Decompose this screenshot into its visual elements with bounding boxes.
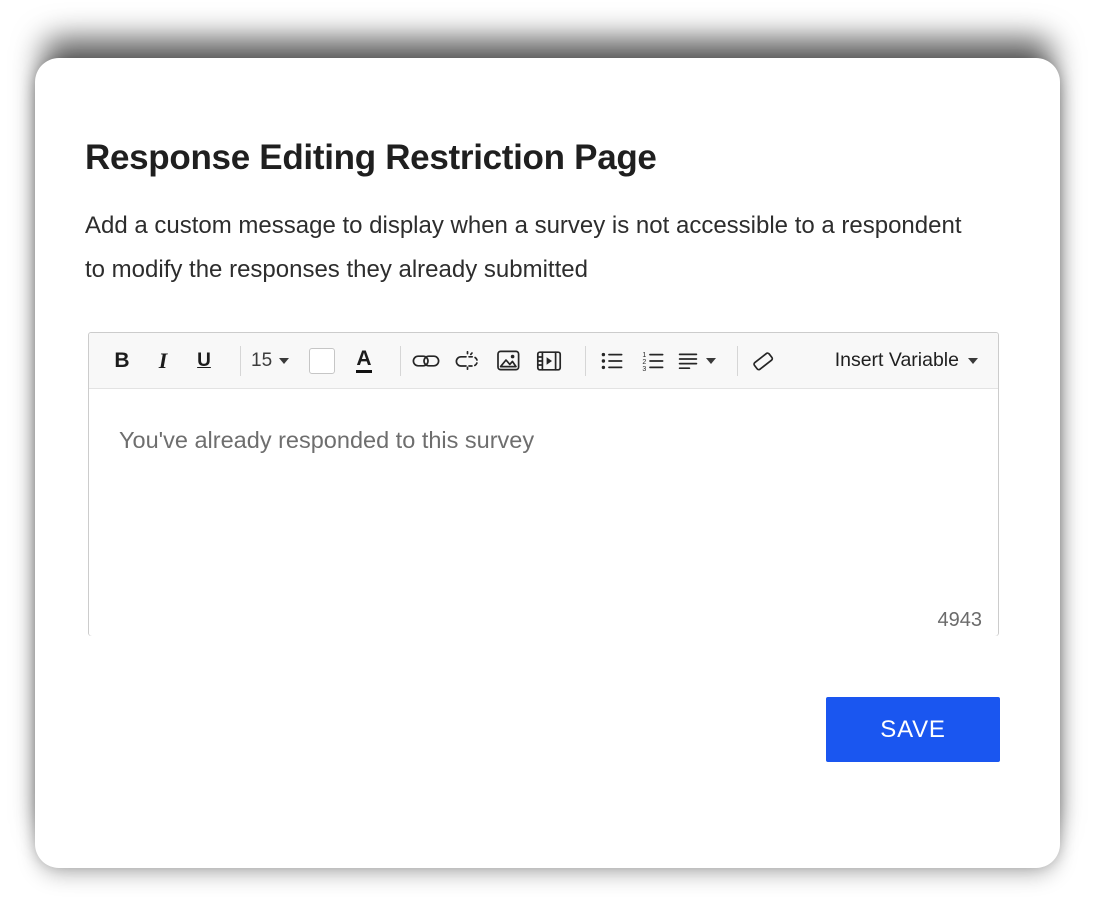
settings-card: Response Editing Restriction Page Add a … [35, 58, 1060, 868]
editor-toolbar: B I U 15 A [89, 333, 998, 389]
italic-button[interactable]: I [148, 343, 178, 379]
editor-content-area[interactable]: You've already responded to this survey … [89, 389, 998, 636]
rich-text-editor: B I U 15 A [88, 332, 999, 636]
page-description: Add a custom message to display when a s… [85, 204, 967, 292]
insert-variable-label: Insert Variable [835, 349, 959, 372]
numbered-list-icon: 1 2 3 [641, 350, 664, 372]
page-title: Response Editing Restriction Page [85, 138, 657, 178]
link-icon [412, 352, 440, 370]
bold-button[interactable]: B [107, 343, 137, 379]
align-dropdown[interactable] [678, 343, 716, 379]
background-color-swatch[interactable] [309, 348, 335, 374]
svg-text:2: 2 [642, 358, 646, 365]
page: Response Editing Restriction Page Add a … [0, 0, 1114, 906]
eraser-icon [750, 349, 776, 373]
chevron-down-icon [968, 358, 978, 364]
chevron-down-icon [279, 358, 289, 364]
link-button[interactable] [411, 343, 441, 379]
font-size-value: 15 [251, 350, 272, 372]
save-button[interactable]: SAVE [826, 697, 1000, 762]
align-icon [678, 351, 698, 371]
image-icon [496, 349, 521, 372]
toolbar-divider [737, 346, 738, 376]
video-icon [536, 350, 562, 372]
chevron-down-icon [706, 358, 716, 364]
unlink-button[interactable] [452, 343, 482, 379]
insert-video-button[interactable] [534, 343, 564, 379]
font-size-dropdown[interactable]: 15 [251, 350, 295, 372]
bold-icon: B [114, 349, 129, 373]
clear-formatting-button[interactable] [748, 343, 778, 379]
bullet-list-button[interactable] [596, 343, 626, 379]
italic-icon: I [159, 348, 168, 374]
character-count: 4943 [938, 609, 983, 632]
font-color-button[interactable]: A [349, 343, 379, 379]
bullet-list-icon [600, 350, 623, 372]
svg-text:1: 1 [642, 351, 646, 358]
insert-variable-dropdown[interactable]: Insert Variable [835, 349, 984, 372]
insert-image-button[interactable] [493, 343, 523, 379]
toolbar-divider [585, 346, 586, 376]
underline-icon: U [197, 350, 211, 372]
underline-button[interactable]: U [189, 343, 219, 379]
font-color-icon: A [356, 348, 371, 373]
svg-text:3: 3 [642, 365, 646, 371]
toolbar-divider [240, 346, 241, 376]
editor-text: You've already responded to this survey [89, 389, 998, 454]
toolbar-divider [400, 346, 401, 376]
unlink-icon [453, 351, 481, 371]
numbered-list-button[interactable]: 1 2 3 [637, 343, 667, 379]
